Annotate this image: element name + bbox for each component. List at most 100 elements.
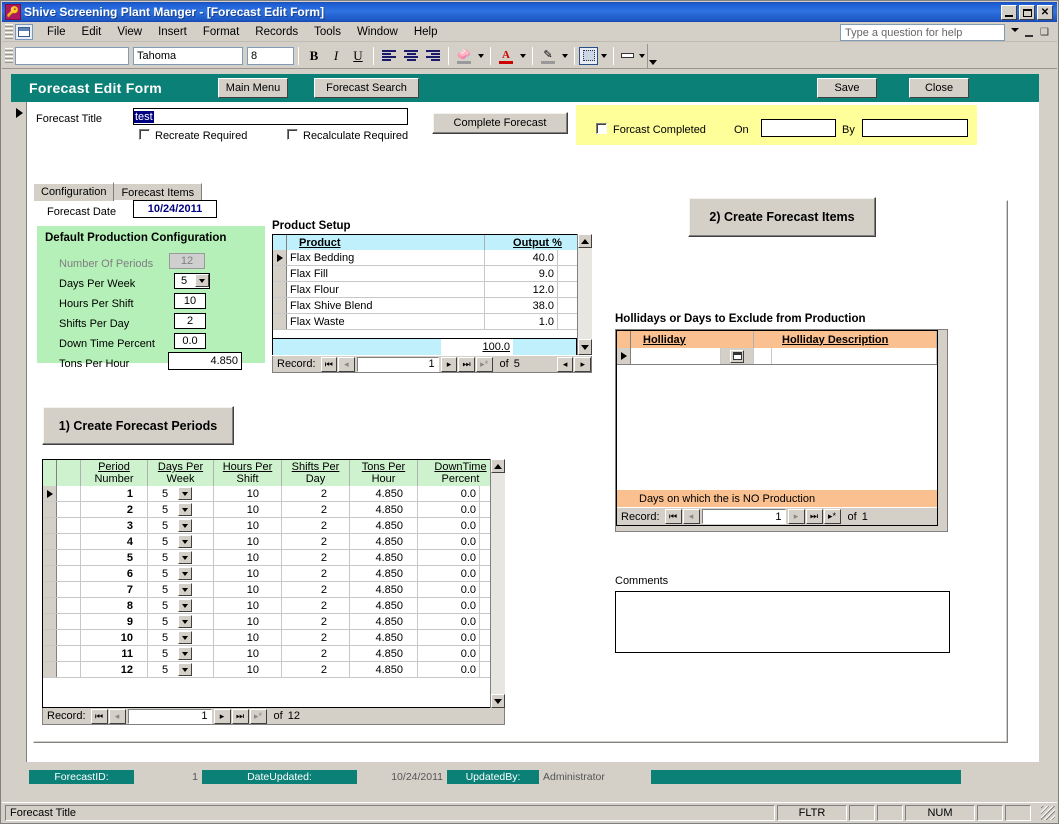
cell-tons-per-hour[interactable]: 4.850 — [350, 662, 418, 677]
recreate-required-checkbox[interactable] — [139, 129, 150, 140]
forecast-search-button[interactable]: Forecast Search — [314, 78, 419, 98]
table-row[interactable]: 7 5 10 2 4.850 0.0 — [43, 582, 504, 598]
cell-downtime-percent[interactable]: 0.0 — [418, 566, 480, 581]
product-nav-last-button[interactable]: ⏭ — [458, 356, 475, 372]
product-nav-new-button[interactable]: ▸* — [475, 356, 493, 372]
table-row[interactable]: Flax Waste 1.0 — [273, 314, 591, 330]
special-effect-chevron-down-icon[interactable] — [598, 46, 609, 66]
resize-grip[interactable] — [1041, 805, 1055, 820]
cell-tons-per-hour[interactable]: 4.850 — [350, 582, 418, 597]
close-button[interactable]: Close — [909, 78, 969, 98]
cell-days-per-week[interactable]: 5 — [148, 534, 214, 549]
days-per-week-chevron-down-icon[interactable] — [178, 663, 192, 676]
days-per-week-chevron-down-icon[interactable] — [178, 503, 192, 516]
cell-days-per-week[interactable]: 5 — [148, 582, 214, 597]
periods-nav-next-button[interactable]: ▸ — [213, 708, 231, 724]
cell-hours-per-shift[interactable]: 10 — [214, 502, 282, 517]
hollidays-nav-first-button[interactable]: ⏮ — [664, 509, 682, 524]
config-input-tons-per-hour[interactable]: 4.850 — [168, 352, 242, 370]
row-selector[interactable] — [43, 566, 57, 581]
cell-tons-per-hour[interactable]: 4.850 — [350, 646, 418, 661]
cell-hours-per-shift[interactable]: 10 — [214, 630, 282, 645]
hollidays-nav-new-button[interactable]: ▸* — [823, 509, 841, 524]
menu-window[interactable]: Window — [349, 24, 406, 40]
cell-product[interactable]: Flax Fill — [287, 266, 485, 281]
cell-product[interactable]: Flax Waste — [287, 314, 485, 329]
hollidays-nav-prev-button[interactable]: ◂ — [682, 509, 700, 524]
cell-product[interactable]: Flax Flour — [287, 282, 485, 297]
days-per-week-chevron-down-icon[interactable] — [178, 551, 192, 564]
cell-product[interactable]: Flax Bedding — [287, 250, 485, 265]
window-maximize-button[interactable] — [1019, 4, 1035, 20]
record-selector[interactable] — [11, 102, 27, 762]
row-selector[interactable] — [43, 614, 57, 629]
menu-format[interactable]: Format — [195, 24, 247, 40]
cell-days-per-week[interactable]: 5 — [148, 662, 214, 677]
align-left-button[interactable] — [378, 45, 400, 66]
table-row[interactable]: 2 5 10 2 4.850 0.0 — [43, 502, 504, 518]
table-row[interactable]: 12 5 10 2 4.850 0.0 — [43, 662, 504, 678]
cell-days-per-week[interactable]: 5 — [148, 598, 214, 613]
cell-period-number[interactable]: 4 — [81, 534, 148, 549]
product-nav-next-button[interactable]: ▸ — [440, 356, 458, 372]
hollidays-row-selector[interactable] — [617, 348, 631, 364]
days-per-week-chevron-down-icon[interactable] — [178, 487, 192, 500]
hollidays-row[interactable] — [617, 348, 937, 365]
cell-days-per-week[interactable]: 5 — [148, 566, 214, 581]
periods-nav-new-button[interactable]: ▸* — [249, 708, 267, 724]
product-nav-current-input[interactable]: 1 — [356, 356, 439, 372]
cell-shifts-per-day[interactable]: 2 — [282, 662, 350, 677]
config-input-shifts-per-day[interactable]: 2 — [174, 313, 206, 329]
toolbar-overflow-button[interactable] — [647, 43, 658, 68]
table-row[interactable]: 5 5 10 2 4.850 0.0 — [43, 550, 504, 566]
row-selector[interactable] — [43, 646, 57, 661]
fill-color-button[interactable]: 🧼 — [453, 45, 475, 66]
days-per-week-chevron-down-icon[interactable] — [178, 631, 192, 644]
recalculate-required-checkbox[interactable] — [287, 129, 298, 140]
config-input-hours-per-shift[interactable]: 10 — [174, 293, 206, 309]
product-nav-first-button[interactable]: ⏮ — [320, 356, 338, 372]
cell-tons-per-hour[interactable]: 4.850 — [350, 518, 418, 533]
cell-tons-per-hour[interactable]: 4.850 — [350, 614, 418, 629]
cell-days-per-week[interactable]: 5 — [148, 630, 214, 645]
menu-insert[interactable]: Insert — [150, 24, 195, 40]
cell-hours-per-shift[interactable]: 10 — [214, 566, 282, 581]
periods-scroll-up-button[interactable] — [491, 459, 505, 473]
cell-period-number[interactable]: 1 — [81, 486, 148, 501]
table-row[interactable]: Flax Bedding 40.0 — [273, 250, 591, 266]
cell-period-number[interactable]: 2 — [81, 502, 148, 517]
table-row[interactable]: 11 5 10 2 4.850 0.0 — [43, 646, 504, 662]
bold-button[interactable]: B — [303, 45, 325, 66]
days-per-week-chevron-down-icon[interactable] — [178, 535, 192, 548]
completed-on-input[interactable] — [761, 119, 836, 137]
window-minimize-button[interactable] — [1001, 4, 1017, 20]
cell-tons-per-hour[interactable]: 4.850 — [350, 534, 418, 549]
days-per-week-chevron-down-icon[interactable] — [178, 647, 192, 660]
cell-period-number[interactable]: 6 — [81, 566, 148, 581]
cell-days-per-week[interactable]: 5 — [148, 646, 214, 661]
product-hscroll-right-button[interactable]: ▸ — [574, 356, 592, 372]
periods-nav-current-input[interactable]: 1 — [127, 708, 212, 724]
hollidays-nav-next-button[interactable]: ▸ — [787, 509, 805, 524]
cell-output-percent[interactable]: 12.0 — [485, 282, 558, 297]
document-minimize-button[interactable] — [1022, 26, 1035, 39]
cell-downtime-percent[interactable]: 0.0 — [418, 518, 480, 533]
cell-output-percent[interactable]: 9.0 — [485, 266, 558, 281]
hollidays-cell-description[interactable] — [772, 348, 937, 364]
cell-output-percent[interactable]: 40.0 — [485, 250, 558, 265]
table-row[interactable]: 6 5 10 2 4.850 0.0 — [43, 566, 504, 582]
cell-tons-per-hour[interactable]: 4.850 — [350, 502, 418, 517]
cell-shifts-per-day[interactable]: 2 — [282, 630, 350, 645]
product-setup-datasheet[interactable]: Product Output % Flax Bedding 40.0 Flax Fi… — [272, 234, 592, 339]
table-row[interactable]: 10 5 10 2 4.850 0.0 — [43, 630, 504, 646]
font-size-combo[interactable]: 8 — [247, 46, 294, 65]
cell-output-percent[interactable]: 38.0 — [485, 298, 558, 313]
forecast-date-input[interactable]: 10/24/2011 — [133, 200, 217, 218]
cell-tons-per-hour[interactable]: 4.850 — [350, 486, 418, 501]
row-selector[interactable] — [273, 266, 287, 281]
menu-file[interactable]: File — [39, 24, 74, 40]
row-selector[interactable] — [43, 550, 57, 565]
product-nav-prev-button[interactable]: ◂ — [338, 356, 355, 372]
menu-records[interactable]: Records — [247, 24, 306, 40]
row-selector[interactable] — [273, 250, 287, 265]
